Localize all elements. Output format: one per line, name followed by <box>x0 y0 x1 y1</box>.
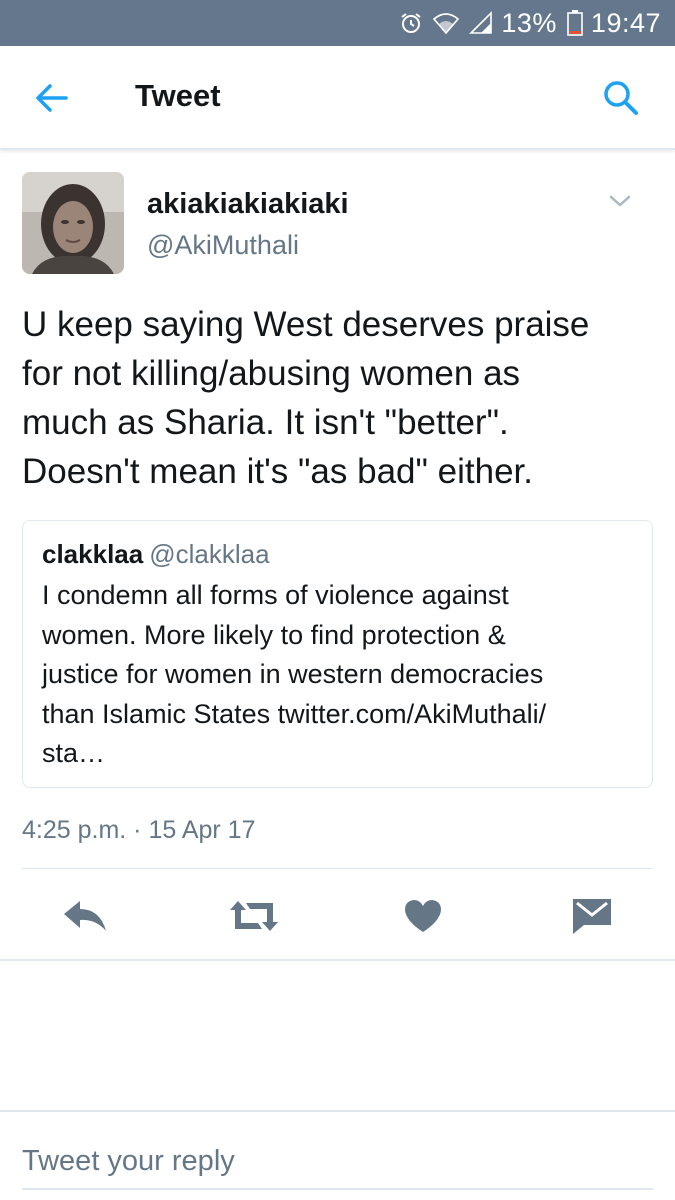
retweet-icon <box>230 901 278 931</box>
direct-message-button[interactable] <box>572 896 612 936</box>
tweet-menu-button[interactable] <box>605 190 635 212</box>
tweet-text-line: much as Sharia. It isn't "better". <box>22 403 509 442</box>
back-button[interactable] <box>32 78 72 118</box>
wifi-icon <box>433 11 460 35</box>
signal-icon <box>469 11 493 35</box>
quoted-text-line: than Islamic States twitter.com/AkiMutha… <box>42 698 547 729</box>
chevron-down-icon <box>609 195 631 207</box>
message-icon <box>573 899 611 934</box>
reply-icon <box>64 901 106 931</box>
divider <box>0 959 675 961</box>
battery-icon <box>567 10 583 36</box>
quoted-text-line: sta… <box>42 738 106 768</box>
search-button[interactable] <box>601 78 641 118</box>
tweet-text-line: for not killing/abusing women as <box>22 354 521 393</box>
status-bar: 13% 19:47 <box>0 0 675 46</box>
tweet-text-line: U keep saying West deserves praise <box>22 305 590 344</box>
quoted-tweet-card[interactable]: clakklaa @clakklaa I condemn all forms of… <box>22 520 653 788</box>
back-arrow-icon <box>36 84 68 112</box>
quoted-author: clakklaa @clakklaa <box>42 539 270 570</box>
tweet-text-line: Doesn't mean it's "as bad" either. <box>22 452 533 491</box>
tweet-timestamp: 4:25 p.m. · 15 Apr 17 <box>22 816 256 844</box>
reply-input[interactable] <box>22 1134 653 1190</box>
retweet-button[interactable] <box>228 896 280 936</box>
page-title: Tweet <box>135 78 221 113</box>
status-time: 19:47 <box>590 7 661 38</box>
quoted-author-handle: @clakklaa <box>149 539 270 569</box>
author-handle[interactable]: @AkiMuthali <box>147 230 299 261</box>
search-icon <box>604 81 638 115</box>
quoted-text-line: justice for women in western democracies <box>42 659 544 689</box>
battery-percent: 13% <box>501 7 557 38</box>
alarm-icon <box>399 11 423 35</box>
quoted-author-name: clakklaa <box>42 539 144 569</box>
avatar[interactable] <box>22 172 124 274</box>
tweet-actions <box>0 869 675 959</box>
like-button[interactable] <box>404 896 442 936</box>
like-icon <box>405 900 441 932</box>
quoted-tweet-text: I condemn all forms of violence against … <box>42 576 637 774</box>
author-name[interactable]: akiakiakiakiaki <box>147 188 349 221</box>
reply-button[interactable] <box>62 896 108 936</box>
app-bar: Tweet <box>0 46 675 150</box>
quoted-text-line: women. More likely to find protection & <box>42 619 506 650</box>
quoted-text-line: I condemn all forms of violence against <box>42 580 509 610</box>
reply-bar <box>0 1110 675 1200</box>
tweet-text: U keep saying West deserves praise for n… <box>22 300 652 496</box>
